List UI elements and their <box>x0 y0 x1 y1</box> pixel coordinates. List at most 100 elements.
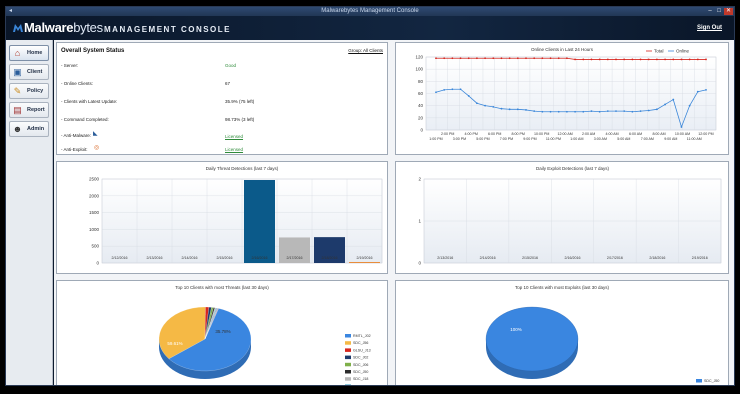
x-tick-label: 2/12/2016 <box>112 256 128 260</box>
legend-swatch <box>345 362 351 367</box>
status-title: Overall System Status <box>61 48 125 54</box>
group-link[interactable]: Group: All Clients <box>348 48 383 53</box>
x-tick-label: 5:00 AM <box>617 137 630 141</box>
threat-detections-chart: Daily Threat Detections (last 7 days) 0 50… <box>89 166 383 266</box>
data-point <box>516 108 519 111</box>
close-button[interactable]: ✕ <box>724 8 733 15</box>
y-tick-label: 2000 <box>89 193 100 198</box>
legend-swatch <box>345 384 351 385</box>
console-title: MANAGEMENT CONSOLE <box>104 25 231 34</box>
data-point <box>631 58 634 61</box>
legend-label: SDC_J18 <box>353 377 368 381</box>
status-value: Good <box>225 63 237 68</box>
status-label: - Command Completed: <box>61 117 109 122</box>
data-point <box>508 57 511 60</box>
x-tick-label: 2/17/2016 <box>287 256 303 260</box>
x-tick-label: 3:00 PM <box>453 137 466 141</box>
data-point <box>639 110 642 113</box>
data-point <box>582 110 585 113</box>
x-tick-label: 9:00 AM <box>664 137 677 141</box>
data-point <box>623 58 626 61</box>
status-label: - Server: <box>61 63 79 68</box>
sidebar-item-admin[interactable]: ☻ Admin <box>9 121 49 137</box>
data-point <box>598 58 601 61</box>
legend-swatch <box>345 370 351 374</box>
data-point <box>631 110 634 113</box>
data-point <box>476 57 478 60</box>
x-tick-label: 11:00 AM <box>687 137 702 141</box>
data-point <box>615 58 617 61</box>
data-point <box>656 108 658 111</box>
y-tick-label: 1500 <box>89 210 100 215</box>
data-point <box>516 57 519 60</box>
x-tick-label: 2/13/2016 <box>437 256 453 260</box>
data-point <box>623 110 626 113</box>
anti-malware-license-link[interactable]: Licensed <box>225 134 243 140</box>
sidebar: ⌂ Home ▣ Client ✎ Policy ▤ Report ☻ Admi… <box>6 40 53 385</box>
x-tick-label: 7:00 AM <box>641 137 654 141</box>
logo-light: bytes <box>73 20 103 35</box>
exploit-detections-chart: Daily Exploit Detections (last 7 days) 0 1… <box>418 166 722 266</box>
policy-icon: ✎ <box>13 86 22 96</box>
data-point <box>705 58 707 61</box>
data-point <box>590 58 593 61</box>
sign-out-link[interactable]: Sign Out <box>697 25 722 31</box>
anti-exploit-license-link[interactable]: Licensed <box>225 147 243 153</box>
y-tick-label: 2 <box>418 177 421 182</box>
threat-clients-panel: Top 10 Clients with most Threats (last 3… <box>56 280 388 385</box>
legend-label: SDC_J06 <box>353 363 368 367</box>
status-label: - Online Clients: <box>61 81 94 86</box>
data-point <box>525 57 527 60</box>
report-icon: ▤ <box>13 105 22 115</box>
app-window: ◂ Malwarebytes Management Console – □ ✕ … <box>5 6 735 386</box>
data-point <box>647 109 650 112</box>
online-clients-chart: Online Clients in Last 24 Hours 0 20 40 60 80… <box>415 47 717 141</box>
x-tick-label: 12:00 PM <box>698 132 713 136</box>
exploit-clients-chart: Top 10 Clients with most Exploits (last … <box>485 285 719 383</box>
data-point <box>451 57 454 60</box>
x-tick-label: 2/18/2016 <box>649 256 665 260</box>
data-point <box>566 57 568 60</box>
legend-label: SDC_J56 <box>353 341 368 345</box>
x-tick-label: 2:00 AM <box>582 132 595 136</box>
legend-swatch <box>345 355 351 360</box>
x-tick-label: 2/14/2016 <box>480 256 496 260</box>
sidebar-item-label: Report <box>27 107 45 113</box>
chart-title: Daily Exploit Detections (last 7 days) <box>536 166 610 171</box>
data-point <box>557 57 560 60</box>
x-tick-label: 2/19/2016 <box>692 256 708 260</box>
sidebar-item-client[interactable]: ▣ Client <box>9 64 49 80</box>
sidebar-item-home[interactable]: ⌂ Home <box>9 45 49 61</box>
sidebar-item-label: Admin <box>27 126 45 132</box>
y-tick-label: 0 <box>418 261 421 266</box>
chart-title: Top 10 Clients with most Threats (last 3… <box>175 285 269 290</box>
legend-label: RMTL_J02 <box>353 334 371 338</box>
malwarebytes-icon: ◣ <box>93 131 98 137</box>
data-point <box>606 110 609 113</box>
maximize-button[interactable]: □ <box>715 8 723 15</box>
data-point <box>500 57 503 60</box>
sidebar-item-report[interactable]: ▤ Report <box>9 102 49 118</box>
chart-title: Top 10 Clients with most Exploits (last … <box>515 285 610 290</box>
exploit-detections-panel: Daily Exploit Detections (last 7 days) 0 1… <box>395 161 729 274</box>
data-point <box>533 57 536 60</box>
bar <box>244 180 275 263</box>
data-point <box>525 109 527 111</box>
y-tick-label: 100 <box>415 67 423 72</box>
data-point <box>566 110 568 113</box>
data-point <box>435 57 437 60</box>
x-tick-label: 2/13/2016 <box>147 256 163 260</box>
data-point <box>467 95 470 97</box>
minimize-button[interactable]: – <box>706 8 714 15</box>
data-point <box>606 58 609 61</box>
y-tick-label: 120 <box>415 55 423 60</box>
malwarebytes-logo-icon <box>13 24 23 32</box>
status-value: 67 <box>225 81 231 86</box>
data-point <box>672 98 675 101</box>
legend-swatch <box>345 341 351 345</box>
anti-exploit-icon: ◎ <box>94 145 100 151</box>
status-value: 98.73% (3 left) <box>225 117 255 122</box>
x-tick-label: 8:00 PM <box>511 132 524 136</box>
threat-detections-panel: Daily Threat Detections (last 7 days) 0 50… <box>56 161 388 274</box>
sidebar-item-policy[interactable]: ✎ Policy <box>9 83 49 99</box>
